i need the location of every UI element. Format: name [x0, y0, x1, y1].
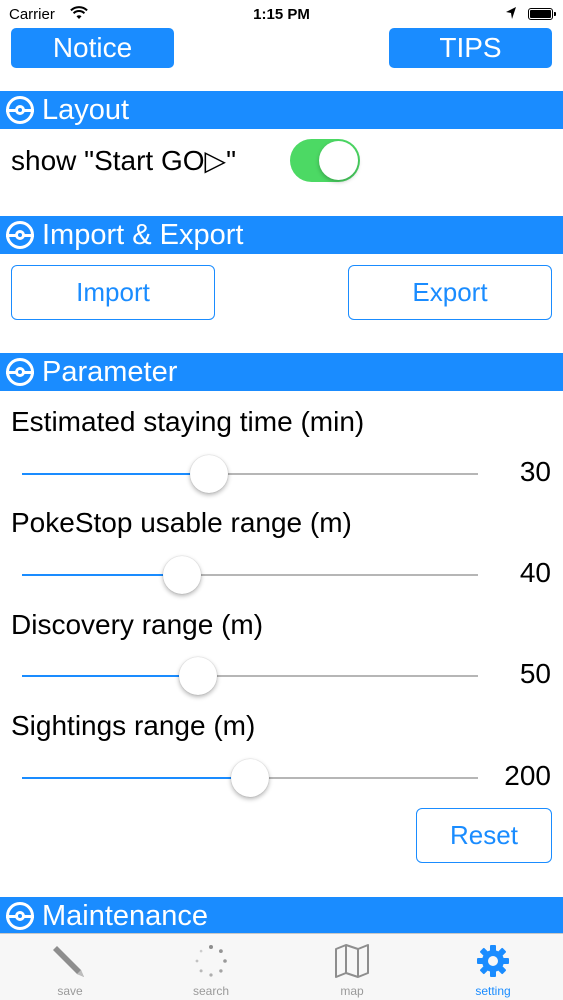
discovery-range-slider[interactable]	[22, 656, 478, 696]
tips-button[interactable]: TIPS	[389, 28, 552, 68]
section-title: Import & Export	[42, 219, 244, 251]
export-button[interactable]: Export	[348, 265, 552, 320]
sightings-range-value: 200	[504, 760, 551, 791]
map-icon	[333, 942, 371, 980]
tab-search[interactable]: search	[141, 934, 281, 1000]
section-title: Layout	[42, 94, 130, 126]
slider-thumb[interactable]	[231, 759, 269, 797]
slider-fill	[22, 675, 198, 677]
staying-time-slider[interactable]	[22, 454, 478, 494]
reset-button[interactable]: Reset	[416, 808, 552, 863]
show-start-go-label: show "Start GO▷"	[11, 145, 237, 176]
spinner-icon	[192, 942, 230, 980]
discovery-range-value: 50	[519, 658, 551, 689]
tab-setting[interactable]: setting	[423, 934, 563, 1000]
sightings-range-label: Sightings range (m)	[11, 710, 256, 741]
section-title: Maintenance	[42, 900, 209, 932]
notice-button[interactable]: Notice	[11, 28, 174, 68]
pokeball-icon	[6, 96, 34, 124]
discovery-range-label: Discovery range (m)	[11, 609, 264, 640]
section-header-maintenance: Maintenance	[0, 897, 563, 935]
section-header-layout: Layout	[0, 91, 563, 129]
slider-thumb[interactable]	[178, 657, 217, 695]
section-header-parameter: Parameter	[0, 353, 563, 391]
pokeball-icon	[6, 221, 34, 249]
location-arrow-icon	[505, 6, 517, 24]
tab-save[interactable]: save	[0, 934, 140, 1000]
pencil-icon	[51, 942, 89, 980]
pokeball-icon	[6, 902, 34, 930]
staying-time-value: 30	[519, 456, 551, 487]
sightings-range-slider[interactable]	[22, 758, 478, 798]
tab-label: map	[340, 984, 364, 998]
slider-thumb[interactable]	[162, 556, 201, 594]
section-header-import-export: Import & Export	[0, 216, 563, 254]
clock: 1:15 PM	[253, 6, 310, 23]
pokeball-icon	[6, 358, 34, 386]
slider-fill	[22, 473, 209, 475]
show-start-go-toggle[interactable]	[290, 139, 360, 182]
pokestop-range-label: PokeStop usable range (m)	[11, 507, 352, 538]
tab-label: setting	[475, 984, 511, 998]
slider-fill	[22, 777, 250, 779]
section-title: Parameter	[42, 356, 178, 388]
tab-bar: save search map setting	[0, 933, 563, 1000]
tab-label: save	[57, 984, 83, 998]
pokestop-range-value: 40	[519, 557, 551, 588]
tab-map[interactable]: map	[282, 934, 422, 1000]
pokestop-range-slider[interactable]	[22, 555, 478, 595]
battery-icon	[528, 8, 556, 20]
gear-icon	[474, 942, 512, 980]
toggle-knob	[319, 141, 358, 180]
slider-fill	[22, 574, 182, 576]
import-button[interactable]: Import	[11, 265, 215, 320]
slider-thumb[interactable]	[189, 455, 228, 493]
staying-time-label: Estimated staying time (min)	[11, 406, 365, 437]
tab-label: search	[192, 984, 230, 998]
status-bar: Carrier 1:15 PM	[0, 0, 563, 28]
